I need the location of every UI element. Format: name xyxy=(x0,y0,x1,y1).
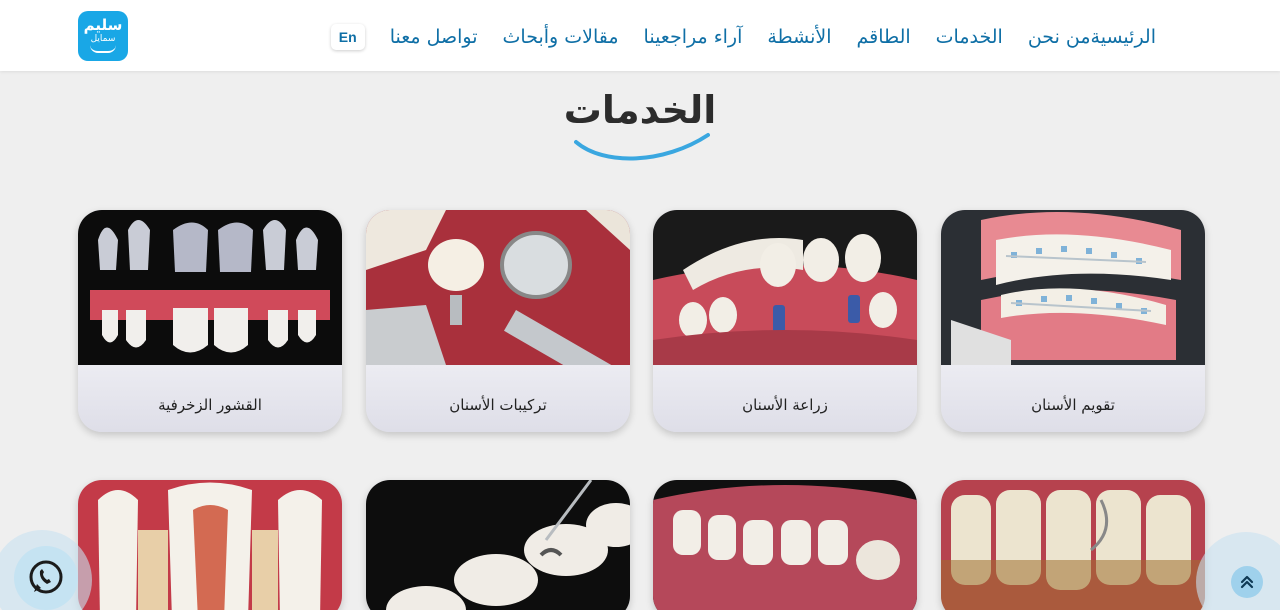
service-label: تقويم الأسنان xyxy=(941,365,1205,432)
logo-text-main: سليم xyxy=(83,16,123,34)
nav-reviews[interactable]: آراء مراجعينا xyxy=(644,22,743,52)
nav-activities[interactable]: الأنشطة xyxy=(767,22,831,52)
whatsapp-button[interactable] xyxy=(14,546,78,610)
nav-services[interactable]: الخدمات xyxy=(936,22,1003,52)
scroll-to-top-button[interactable] xyxy=(1231,566,1263,598)
page-title: الخدمات xyxy=(563,88,717,132)
service-label: تركيبات الأسنان xyxy=(366,365,630,432)
veneers-image xyxy=(78,210,342,365)
title-underline-swoosh xyxy=(574,133,710,161)
service-card-prosthetics[interactable]: تركيبات الأسنان xyxy=(366,210,630,432)
nav-articles[interactable]: مقالات وأبحاث xyxy=(503,22,619,52)
service-label: القشور الزخرفية xyxy=(78,365,342,432)
tartar-image xyxy=(941,480,1205,610)
wisdom-teeth-image xyxy=(653,480,917,610)
service-card-row2-4[interactable] xyxy=(941,480,1205,610)
service-card-row2-2[interactable] xyxy=(366,480,630,610)
service-card-row2-3[interactable] xyxy=(653,480,917,610)
double-chevron-up-icon xyxy=(1240,575,1254,589)
service-card-veneers[interactable]: القشور الزخرفية xyxy=(78,210,342,432)
nav-contact[interactable]: تواصل معنا xyxy=(390,22,478,52)
nav-about[interactable]: من نحن xyxy=(1028,22,1091,52)
language-toggle-button[interactable]: En xyxy=(330,24,365,50)
logo-smile-icon xyxy=(90,45,116,53)
braces-image xyxy=(941,210,1205,365)
logo[interactable]: سليم سمايل xyxy=(78,11,128,61)
service-card-implants[interactable]: زراعة الأسنان xyxy=(653,210,917,432)
site-header: سليم سمايل الرئيسية من نحن الخدمات الطاق… xyxy=(0,0,1280,71)
logo-text-sub: سمايل xyxy=(90,34,116,44)
crown-image xyxy=(366,210,630,365)
main-nav: الرئيسية من نحن الخدمات الطاقم الأنشطة آ… xyxy=(313,22,1156,52)
service-card-row2-1[interactable] xyxy=(78,480,342,610)
nav-staff[interactable]: الطاقم xyxy=(857,22,911,52)
fillings-image xyxy=(366,480,630,610)
whatsapp-icon xyxy=(29,560,63,594)
nav-home[interactable]: الرئيسية xyxy=(1091,22,1156,52)
service-label: زراعة الأسنان xyxy=(653,365,917,432)
implants-image xyxy=(653,210,917,365)
root-canal-image xyxy=(78,480,342,610)
service-card-orthodontics[interactable]: تقويم الأسنان xyxy=(941,210,1205,432)
